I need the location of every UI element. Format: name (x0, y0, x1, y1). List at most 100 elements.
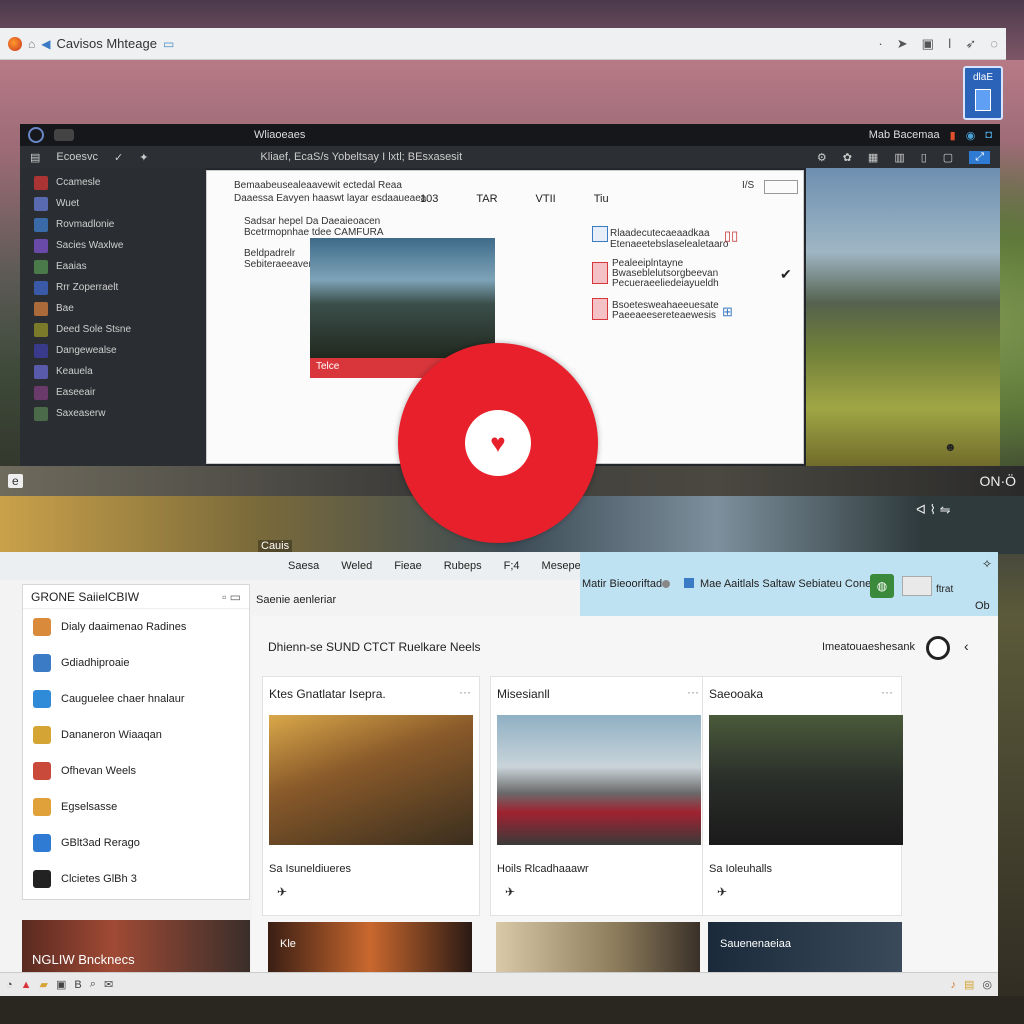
browser-tab[interactable]: Rubeps (444, 560, 482, 572)
minimize-icon[interactable]: ǀ (948, 36, 951, 52)
edge-icon[interactable]: e (8, 474, 23, 488)
toolbar-label[interactable]: Ecoesvc (56, 151, 98, 163)
dark-sidebar-item[interactable]: Deed Sole Stsne (20, 319, 206, 340)
search-icon[interactable]: ⌕ (90, 978, 96, 991)
sound-icon[interactable]: ♪ (950, 979, 956, 991)
card-image[interactable]: Sauenenaeiaa (708, 922, 902, 972)
shield-icon[interactable]: ◍ (870, 574, 894, 598)
panel-options-icon[interactable]: ▫ ▭ (222, 590, 241, 604)
profile-icon[interactable] (28, 127, 44, 143)
lock-icon[interactable]: ▣ (56, 978, 66, 991)
more-icon[interactable]: ··· (881, 685, 893, 699)
panel-item[interactable]: Clcietes GlBh 3 (23, 861, 249, 897)
status-tray[interactable]: ON·Ö (979, 473, 1016, 489)
check-icon[interactable]: ✓ (114, 151, 123, 164)
dark-sidebar-item[interactable]: Saxeaserw (20, 403, 206, 424)
more-icon[interactable]: ··· (459, 685, 471, 699)
panel-item[interactable]: Dialy daaimenao Radines (23, 609, 249, 645)
expand-icon[interactable]: ◘ (985, 129, 992, 141)
people-icon[interactable]: ✿ (843, 151, 852, 164)
fullscreen-icon[interactable]: ⤢ (969, 150, 990, 164)
card-row2-label: Sauenenaeiaa (720, 938, 791, 950)
card-image[interactable] (497, 715, 701, 845)
doc-columns: 103 TAR VTII Tiu (420, 193, 609, 205)
panel-item[interactable]: Gdiadhiproaie (23, 645, 249, 681)
checkmark-icon[interactable]: ✔ (780, 266, 792, 283)
notes-icon[interactable]: ▤ (964, 978, 974, 991)
dark-sidebar-item[interactable]: Dangewealse (20, 340, 206, 361)
browser-tab[interactable]: Saesa (288, 560, 319, 572)
doc-right2c: Pecueraeeliedeiayueldh (612, 278, 719, 289)
chat-icon[interactable] (54, 129, 74, 141)
dark-sidebar-item[interactable]: Bae (20, 298, 206, 319)
panel-item[interactable]: Dananeron Wiaaqan (23, 717, 249, 753)
dark-window-user[interactable]: Mab Bacemaa (869, 129, 940, 141)
record-icon[interactable] (926, 636, 950, 660)
doc-filter-box[interactable] (764, 180, 798, 194)
dark-sidebar-item[interactable]: Easeeair (20, 382, 206, 403)
card-image[interactable]: Kle (268, 922, 472, 972)
toolbar-address[interactable]: Kliaef, EcaS/s Yobeltsay I lxtl; BEsxase… (260, 151, 462, 163)
browser-tab[interactable]: F;4 (504, 560, 520, 572)
card-image[interactable] (709, 715, 903, 845)
browser-tab[interactable]: Weled (341, 560, 372, 572)
notification-left[interactable]: Matir Bieooriftad (582, 578, 662, 590)
grid-icon[interactable]: ▦ (868, 151, 878, 164)
pin-icon[interactable]: ✧ (982, 557, 992, 571)
notification-box[interactable] (902, 576, 932, 596)
cursor-icon[interactable]: ➤ (897, 36, 908, 52)
notification-mid[interactable]: Mae Aaitlals Saltaw Sebiateu Cone (700, 578, 871, 590)
doc-action-icon[interactable]: ▯▯ (724, 228, 738, 244)
back-icon[interactable]: ◀ (41, 37, 50, 51)
content-card[interactable]: Saeooaka ··· Sa Ioleuhalls ✈ (702, 676, 903, 916)
menu-icon[interactable]: ▤ (30, 151, 40, 164)
media-controls-icon[interactable]: ᐊ ⌇ ⇋ (916, 502, 950, 518)
collapse-icon[interactable]: ‹ (964, 638, 969, 654)
flag-icon[interactable]: ▮ (950, 129, 956, 142)
dark-sidebar-item[interactable]: Rovmadlonie (20, 214, 206, 235)
panel-item[interactable]: Egselsasse (23, 789, 249, 825)
document-photo[interactable] (310, 238, 495, 358)
bookmark-icon[interactable]: ▥ (894, 151, 904, 164)
plane-icon[interactable]: ✈ (505, 885, 515, 899)
restore-icon[interactable]: ▣ (922, 36, 934, 52)
dark-sidebar-item[interactable]: Ccamesle (20, 172, 206, 193)
doc-icon[interactable]: ▭ (163, 37, 174, 51)
folder-icon[interactable]: ▯ (921, 151, 927, 164)
doc-share-icon[interactable]: ⊞ (722, 304, 733, 320)
pin-icon[interactable]: ➶ (965, 36, 976, 52)
start-icon[interactable]: ◔ (6, 979, 13, 991)
home-icon[interactable]: ⌂ (28, 37, 35, 51)
panel-item[interactable]: Cauguelee chaer hnalaur (23, 681, 249, 717)
card-image[interactable] (496, 922, 700, 972)
folder-icon[interactable]: ▰ (40, 978, 48, 991)
panel-item[interactable]: Ofhevan Weels (23, 753, 249, 789)
network-icon[interactable]: ◎ (982, 978, 992, 991)
share-icon[interactable]: ◉ (966, 129, 976, 142)
app-logo-icon[interactable] (8, 36, 22, 51)
dark-sidebar-item[interactable]: Keauela (20, 361, 206, 382)
panel-item[interactable]: GBlt3ad Rerago (23, 825, 249, 861)
card-image[interactable] (269, 715, 473, 845)
plane-icon[interactable]: ✈ (717, 885, 727, 899)
star-icon[interactable]: ✦ (139, 151, 148, 164)
browser-tab[interactable]: Fieae (394, 560, 422, 572)
dot-icon[interactable]: · (878, 36, 882, 52)
dark-sidebar-item[interactable]: Wuet (20, 193, 206, 214)
plane-icon[interactable]: ✈ (277, 885, 287, 899)
dark-sidebar-item[interactable]: Eaaias (20, 256, 206, 277)
content-card[interactable]: Misesianll ··· Hoils Rlcadhaaawr ✈ (490, 676, 708, 916)
tools-icon[interactable]: ⚙ (817, 151, 827, 164)
dark-sidebar-item[interactable]: Sacies Waxlwe (20, 235, 206, 256)
heart-icon[interactable]: ♥ (465, 410, 531, 476)
close-icon[interactable]: ◌ (990, 36, 998, 52)
more-icon[interactable]: ··· (687, 685, 699, 699)
window-icon[interactable]: ▢ (943, 151, 953, 164)
mail-icon[interactable]: ✉ (104, 978, 113, 991)
content-card[interactable]: Ktes Gnatlatar Isepra. ··· Sa Isuneldiuere… (262, 676, 480, 916)
fire-icon[interactable]: ▲ (21, 979, 32, 991)
panel-banner[interactable]: NGLIW Bncknecs (22, 920, 250, 972)
desktop-app-icon[interactable]: dlaE (963, 66, 1003, 120)
content-heading-right[interactable]: Imeatouaeshesank (822, 641, 915, 653)
dark-sidebar-item[interactable]: Rrr Zoperraelt (20, 277, 206, 298)
